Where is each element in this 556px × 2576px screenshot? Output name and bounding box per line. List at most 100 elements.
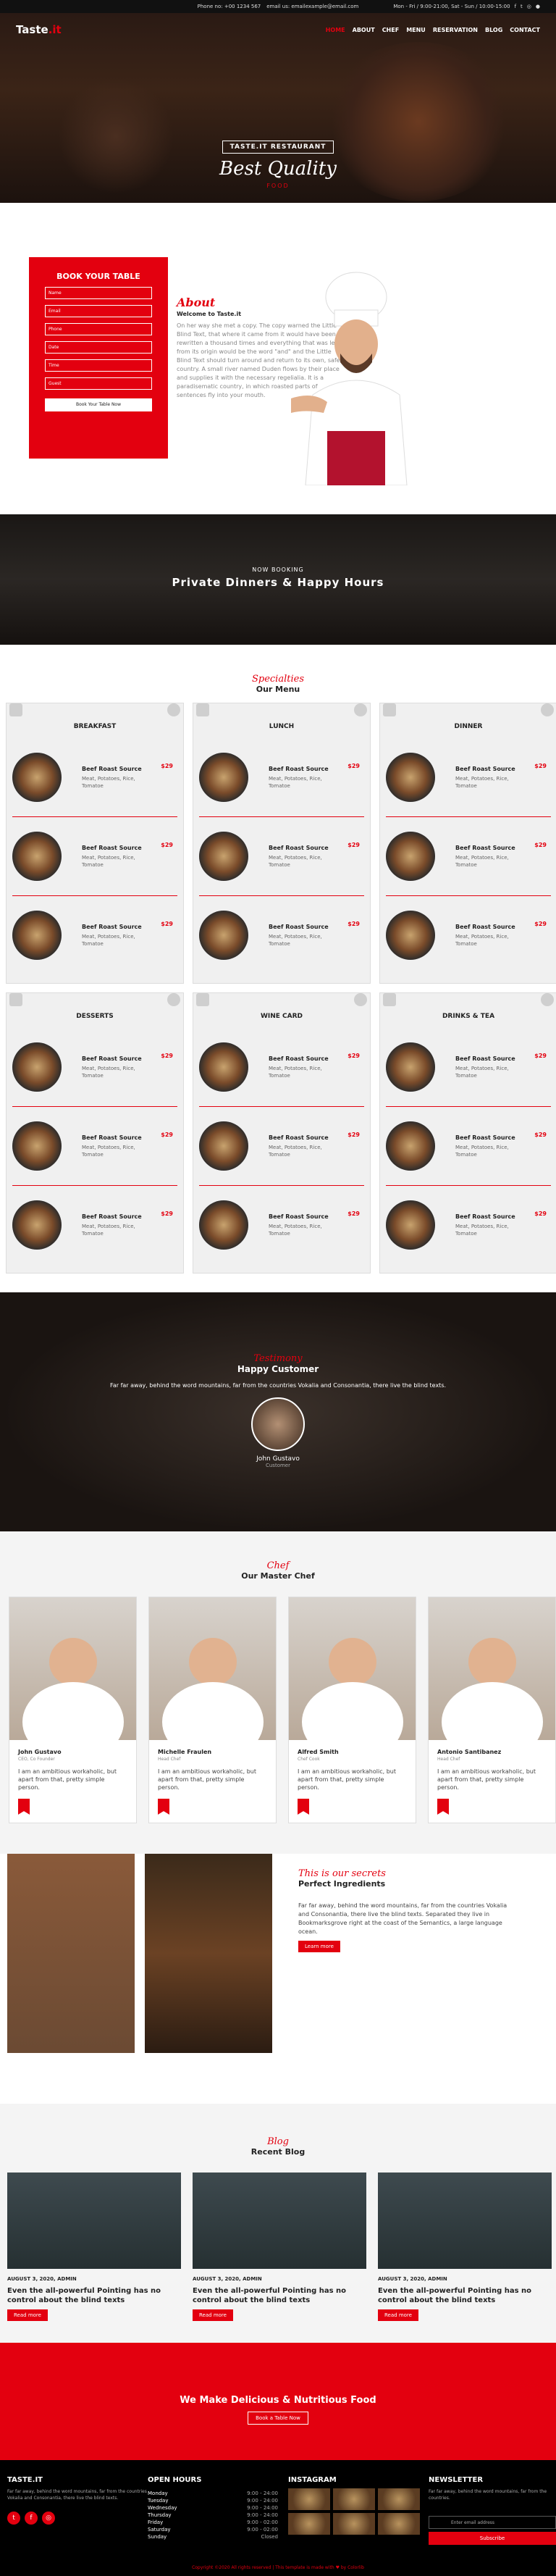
- nav-about[interactable]: ABOUT: [353, 27, 375, 33]
- menu-item[interactable]: Beef Roast Source Meat, Potatoes, Rice, T…: [193, 1028, 370, 1106]
- menu-grid: BREAKFAST Beef Roast Source Meat, Potatoes…: [6, 703, 556, 1274]
- instagram-photo[interactable]: [378, 2513, 420, 2535]
- blog-post: AUGUST 3, 2020, ADMIN Even the all-powerf…: [193, 2173, 366, 2321]
- nav-home[interactable]: HOME: [326, 27, 345, 33]
- hero-subtitle: FOOD: [266, 183, 290, 189]
- menu-item[interactable]: Beef Roast Source Meat, Potatoes, Rice, T…: [7, 1028, 183, 1106]
- menu-item-price: $29: [534, 1132, 547, 1138]
- footer-brand-title: TASTE.IT: [7, 2476, 43, 2484]
- book-table-button[interactable]: Book Your Table Now: [45, 398, 152, 411]
- chef-photo: [149, 1597, 276, 1740]
- menu-item[interactable]: Beef Roast Source Meat, Potatoes, Rice, T…: [193, 817, 370, 895]
- read-more-button[interactable]: Read more: [7, 2309, 48, 2321]
- blog-heading: Recent Blog: [250, 2147, 306, 2157]
- email-field[interactable]: Email: [45, 305, 152, 317]
- menu-category-title: DRINKS & TEA: [442, 1013, 495, 1020]
- menu-item[interactable]: Beef Roast Source Meat, Potatoes, Rice, T…: [380, 896, 556, 974]
- hours-time: 9:00 - 24:00: [247, 2491, 278, 2496]
- instagram-icon[interactable]: ◎: [42, 2512, 55, 2525]
- menu-card-icon: [167, 703, 180, 716]
- blog-post-title[interactable]: Even the all-powerful Pointing has no co…: [378, 2286, 552, 2305]
- ingredients-text: This is our secrets Perfect Ingredients …: [298, 1868, 515, 1952]
- dribbble-icon[interactable]: ●: [536, 4, 540, 9]
- menu-card-icon: [9, 993, 22, 1006]
- menu-item-price: $29: [534, 763, 547, 769]
- newsletter-email-input[interactable]: Enter email address: [429, 2516, 556, 2529]
- menu-item[interactable]: Beef Roast Source Meat, Potatoes, Rice, T…: [380, 1028, 556, 1106]
- menu-item[interactable]: Beef Roast Source Meat, Potatoes, Rice, T…: [380, 1107, 556, 1185]
- subscribe-button[interactable]: Subscribe: [429, 2532, 556, 2545]
- menu-item[interactable]: Beef Roast Source Meat, Potatoes, Rice, T…: [193, 1107, 370, 1185]
- testimonial-script: Testimony: [253, 1353, 303, 1364]
- menu-item[interactable]: Beef Roast Source Meat, Potatoes, Rice, T…: [193, 1186, 370, 1264]
- menu-item[interactable]: Beef Roast Source Meat, Potatoes, Rice, T…: [7, 1186, 183, 1264]
- blog-post: AUGUST 3, 2020, ADMIN Even the all-powerf…: [7, 2173, 181, 2321]
- chefs-script: Chef: [266, 1560, 290, 1571]
- logo[interactable]: Taste.it: [16, 23, 62, 36]
- chef-bio: I am an ambitious workaholic, but apart …: [437, 1768, 536, 1791]
- menu-item[interactable]: Beef Roast Source Meat, Potatoes, Rice, T…: [7, 817, 183, 895]
- nav-contact[interactable]: CONTACT: [510, 27, 540, 33]
- menu-item[interactable]: Beef Roast Source Meat, Potatoes, Rice, T…: [7, 1107, 183, 1185]
- menu-item[interactable]: Beef Roast Source Meat, Potatoes, Rice, T…: [193, 738, 370, 816]
- instagram-photo[interactable]: [288, 2513, 330, 2535]
- date-field[interactable]: Date: [45, 341, 152, 354]
- about-section: BOOK YOUR TABLE Name Email Phone Date Ti…: [0, 203, 556, 514]
- phone-field[interactable]: Phone: [45, 323, 152, 335]
- dish-image: [199, 911, 248, 960]
- menu-item-price: $29: [161, 921, 173, 927]
- menu-item-desc: Meat, Potatoes, Rice, Tomatoe: [269, 1065, 322, 1079]
- menu-item-price: $29: [161, 1210, 173, 1217]
- blog-image[interactable]: [378, 2173, 552, 2269]
- name-field[interactable]: Name: [45, 287, 152, 299]
- instagram-icon[interactable]: ◎: [527, 4, 531, 9]
- menu-item[interactable]: Beef Roast Source Meat, Potatoes, Rice, T…: [380, 1186, 556, 1264]
- menu-item[interactable]: Beef Roast Source Meat, Potatoes, Rice, T…: [193, 896, 370, 974]
- facebook-icon[interactable]: f: [515, 4, 516, 9]
- menu-category-title: LUNCH: [269, 723, 295, 730]
- blog-post-title[interactable]: Even the all-powerful Pointing has no co…: [7, 2286, 181, 2305]
- read-more-button[interactable]: Read more: [378, 2309, 418, 2321]
- dish-image: [12, 1200, 62, 1250]
- instagram-photo[interactable]: [333, 2513, 375, 2535]
- topbar-email[interactable]: email us: emailexample@email.com: [266, 4, 358, 9]
- dish-image: [12, 1121, 62, 1171]
- instagram-photo[interactable]: [378, 2488, 420, 2510]
- chef-photo: [289, 1597, 416, 1740]
- learn-more-button[interactable]: Learn more: [298, 1941, 340, 1952]
- menu-item[interactable]: Beef Roast Source Meat, Potatoes, Rice, T…: [380, 817, 556, 895]
- nav-chef[interactable]: CHEF: [382, 27, 400, 33]
- menu-item-desc: Meat, Potatoes, Rice, Tomatoe: [269, 933, 322, 947]
- bookmark-icon: [437, 1799, 449, 1815]
- menu-item-price: $29: [161, 1053, 173, 1059]
- menu-item[interactable]: Beef Roast Source Meat, Potatoes, Rice, T…: [7, 738, 183, 816]
- twitter-icon[interactable]: t: [521, 4, 523, 9]
- menu-item[interactable]: Beef Roast Source Meat, Potatoes, Rice, T…: [7, 896, 183, 974]
- hours-time: 9:00 - 24:00: [247, 2512, 278, 2518]
- read-more-button[interactable]: Read more: [193, 2309, 233, 2321]
- menu-item[interactable]: Beef Roast Source Meat, Potatoes, Rice, T…: [380, 738, 556, 816]
- guest-select[interactable]: Guest: [45, 377, 152, 390]
- blog-post-title[interactable]: Even the all-powerful Pointing has no co…: [193, 2286, 366, 2305]
- instagram-photo[interactable]: [288, 2488, 330, 2510]
- nav-blog[interactable]: BLOG: [485, 27, 502, 33]
- cta-section: We Make Delicious & Nutritious Food Book…: [0, 2343, 556, 2460]
- chefs-title: Chef Our Master Chef: [9, 1560, 547, 1581]
- dish-image: [199, 1121, 248, 1171]
- instagram-photo[interactable]: [333, 2488, 375, 2510]
- blog-image[interactable]: [7, 2173, 181, 2269]
- menu-item-desc: Meat, Potatoes, Rice, Tomatoe: [269, 854, 322, 868]
- nav-reservation[interactable]: RESERVATION: [433, 27, 478, 33]
- cta-button[interactable]: Book a Table Now: [248, 2412, 308, 2425]
- facebook-icon[interactable]: f: [25, 2512, 38, 2525]
- menu-item-price: $29: [161, 1132, 173, 1138]
- menu-item-desc: Meat, Potatoes, Rice, Tomatoe: [82, 933, 135, 947]
- menu-card-icon: [9, 703, 22, 716]
- dish-image: [12, 832, 62, 881]
- chef-role: Head Chef: [437, 1757, 460, 1762]
- blog-image[interactable]: [193, 2173, 366, 2269]
- time-field[interactable]: Time: [45, 359, 152, 372]
- twitter-icon[interactable]: t: [7, 2512, 20, 2525]
- nav-menu[interactable]: MENU: [406, 27, 426, 33]
- footer-newsletter-title: NEWSLETTER: [429, 2476, 484, 2484]
